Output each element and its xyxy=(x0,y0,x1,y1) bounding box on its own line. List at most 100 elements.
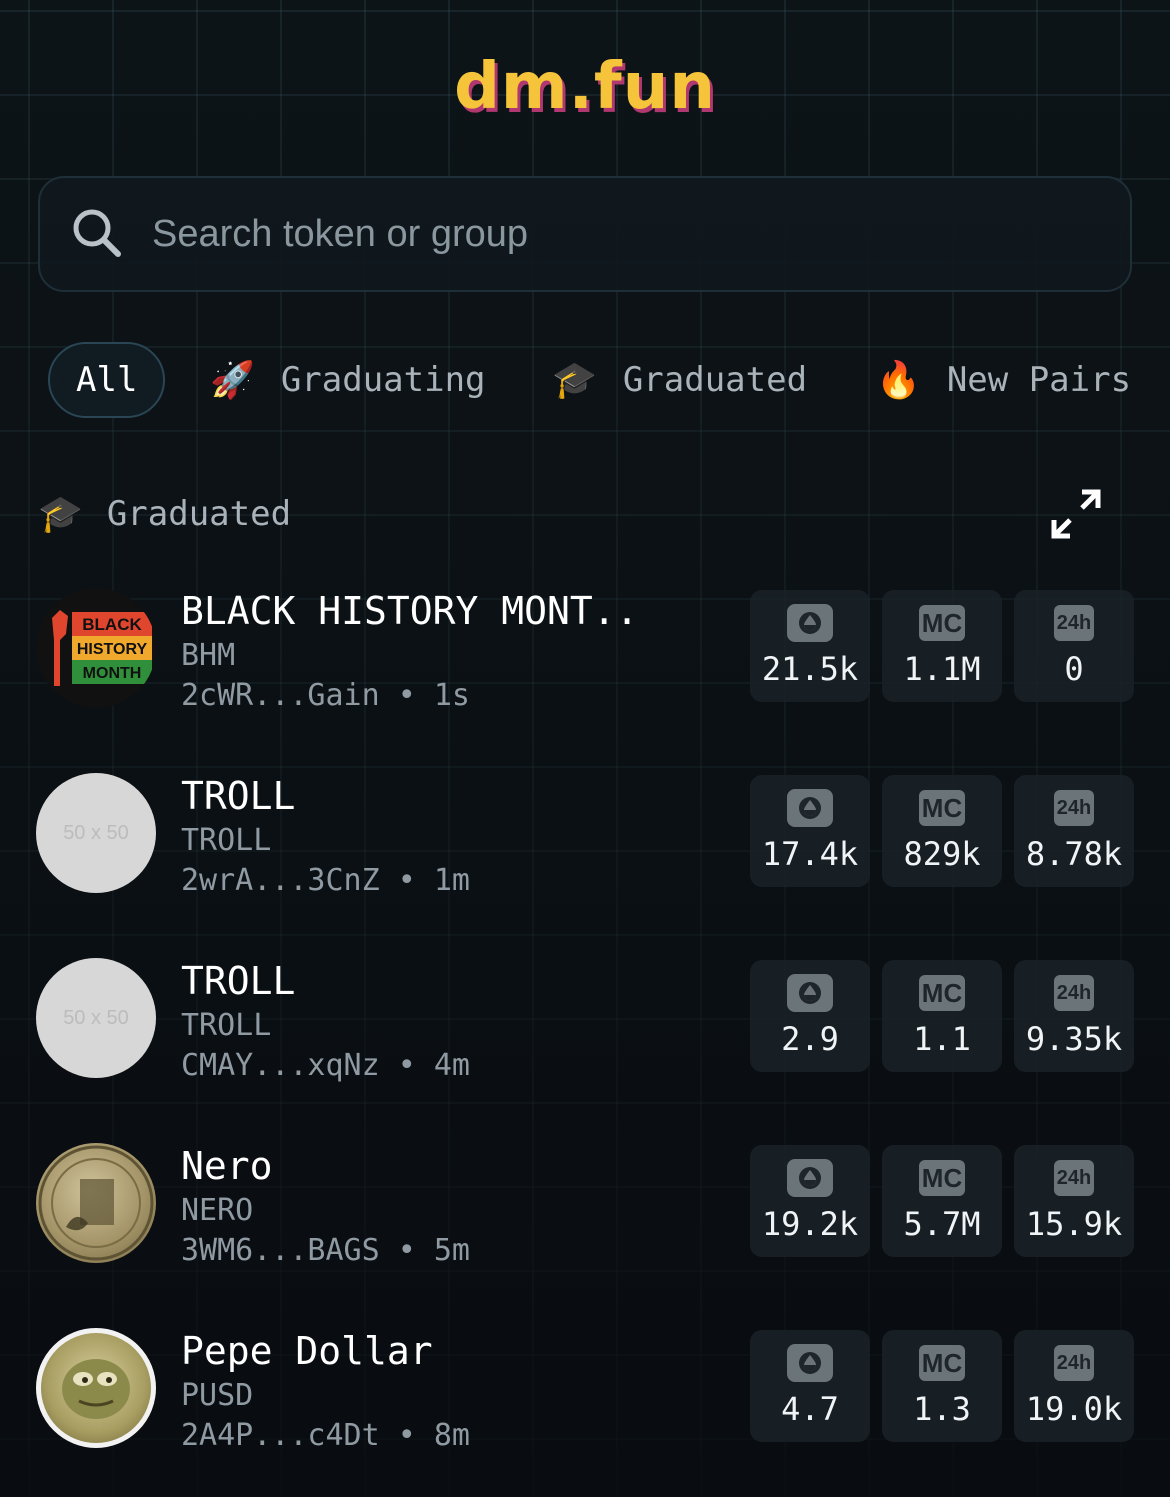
avatar-text: BLACK xyxy=(82,615,142,634)
token-meta: 2wrA...3CnZ • 1m xyxy=(181,863,470,898)
token-name: TROLL xyxy=(181,959,296,1003)
token-age: 5m xyxy=(433,1233,470,1268)
tab-graduating[interactable]: 🚀 Graduating xyxy=(210,342,486,418)
graduation-cap-icon: 🎓 xyxy=(552,360,597,401)
24h-badge: 24h xyxy=(1054,1160,1094,1196)
mc-badge: MC xyxy=(919,1345,965,1381)
token-name: BLACK HISTORY MONT.. xyxy=(181,589,639,633)
market-cap-value: 5.7M xyxy=(903,1205,981,1243)
liquidity-stat: 17.4k xyxy=(750,775,870,887)
liquidity-drop-icon xyxy=(787,1344,833,1382)
avatar-placeholder-text: 50 x 50 xyxy=(63,1006,129,1029)
token-age: 8m xyxy=(433,1418,470,1453)
liquidity-value: 21.5k xyxy=(761,650,859,688)
tab-label: New Pairs xyxy=(946,360,1132,400)
market-cap-stat: MC 1.1 xyxy=(882,960,1002,1072)
avatar-text: MONTH xyxy=(83,665,142,682)
token-row[interactable]: 50 x 50 TROLL TROLL 2wrA...3CnZ • 1m 17.… xyxy=(36,773,1136,898)
tab-all[interactable]: All xyxy=(48,342,166,418)
market-cap-value: 1.3 xyxy=(913,1390,971,1428)
volume-24h-stat: 24h 15.9k xyxy=(1014,1145,1134,1257)
token-row[interactable]: Pepe Dollar PUSD 2A4P...c4Dt • 8m 4.7 MC… xyxy=(36,1328,1136,1453)
24h-badge: 24h xyxy=(1054,605,1094,641)
token-address[interactable]: 2wrA...3CnZ xyxy=(181,863,380,898)
tab-graduated[interactable]: 🎓 Graduated xyxy=(552,342,807,418)
volume-24h-stat: 24h 0 xyxy=(1014,590,1134,702)
volume-24h-stat: 24h 8.78k xyxy=(1014,775,1134,887)
token-meta: CMAY...xqNz • 4m xyxy=(181,1048,470,1083)
tab-label: Graduated xyxy=(622,360,808,400)
token-ticker: NERO xyxy=(181,1193,254,1228)
volume-24h-value: 9.35k xyxy=(1025,1020,1123,1058)
liquidity-stat: 4.7 xyxy=(750,1330,870,1442)
liquidity-stat: 19.2k xyxy=(750,1145,870,1257)
liquidity-value: 2.9 xyxy=(781,1020,839,1058)
token-address[interactable]: 2cWR...Gain xyxy=(181,678,380,713)
token-name: Nero xyxy=(181,1144,273,1188)
token-row[interactable]: Nero NERO 3WM6...BAGS • 5m 19.2k MC 5.7M… xyxy=(36,1143,1136,1268)
avatar-text: HISTORY xyxy=(77,641,148,658)
liquidity-drop-icon xyxy=(787,974,833,1012)
token-address[interactable]: 2A4P...c4Dt xyxy=(181,1418,380,1453)
24h-badge: 24h xyxy=(1054,790,1094,826)
mc-badge: MC xyxy=(919,790,965,826)
volume-24h-stat: 24h 19.0k xyxy=(1014,1330,1134,1442)
search-bar[interactable] xyxy=(38,176,1132,292)
rocket-icon: 🚀 xyxy=(210,360,255,401)
section-title: Graduated xyxy=(106,494,292,534)
token-ticker: TROLL xyxy=(181,823,272,858)
token-age: 1s xyxy=(433,678,470,713)
tab-label: All xyxy=(76,360,138,400)
tab-new-pairs[interactable]: 🔥 New Pairs xyxy=(876,342,1131,418)
market-cap-value: 829k xyxy=(903,835,981,873)
market-cap-value: 1.1 xyxy=(913,1020,971,1058)
token-row[interactable]: BLACK HISTORY MONTH BLACK HISTORY MONT..… xyxy=(36,588,1136,713)
filter-tabs: All 🚀 Graduating 🎓 Graduated 🔥 New Pairs xyxy=(48,342,1138,418)
mc-badge: MC xyxy=(919,975,965,1011)
search-input[interactable] xyxy=(152,212,1052,256)
app-logo[interactable]: dm.fun xyxy=(0,50,1170,124)
liquidity-drop-icon xyxy=(787,789,833,827)
token-meta: 2A4P...c4Dt • 8m xyxy=(181,1418,470,1453)
liquidity-value: 4.7 xyxy=(781,1390,839,1428)
market-cap-stat: MC 5.7M xyxy=(882,1145,1002,1257)
token-meta: 2cWR...Gain • 1s xyxy=(181,678,470,713)
tab-label: Graduating xyxy=(280,360,486,400)
token-age: 4m xyxy=(433,1048,470,1083)
token-avatar: 50 x 50 xyxy=(36,773,156,893)
avatar-placeholder-text: 50 x 50 xyxy=(63,821,129,844)
token-ticker: TROLL xyxy=(181,1008,272,1043)
liquidity-value: 17.4k xyxy=(761,835,859,873)
market-cap-value: 1.1M xyxy=(903,650,981,688)
token-meta: 3WM6...BAGS • 5m xyxy=(181,1233,470,1268)
market-cap-stat: MC 829k xyxy=(882,775,1002,887)
section-header: 🎓 Graduated xyxy=(38,486,1118,542)
mc-badge: MC xyxy=(919,1160,965,1196)
search-icon xyxy=(68,204,124,264)
liquidity-drop-icon xyxy=(787,604,833,642)
token-age: 1m xyxy=(433,863,470,898)
token-address[interactable]: CMAY...xqNz xyxy=(181,1048,380,1083)
volume-24h-stat: 24h 9.35k xyxy=(1014,960,1134,1072)
expand-icon[interactable] xyxy=(1048,486,1104,542)
24h-badge: 24h xyxy=(1054,1345,1094,1381)
token-ticker: PUSD xyxy=(181,1378,254,1413)
token-row[interactable]: 50 x 50 TROLL TROLL CMAY...xqNz • 4m 2.9… xyxy=(36,958,1136,1083)
token-address[interactable]: 3WM6...BAGS xyxy=(181,1233,380,1268)
mc-badge: MC xyxy=(919,605,965,641)
token-name: Pepe Dollar xyxy=(181,1329,433,1373)
liquidity-value: 19.2k xyxy=(761,1205,859,1243)
market-cap-stat: MC 1.3 xyxy=(882,1330,1002,1442)
liquidity-drop-icon xyxy=(787,1159,833,1197)
token-avatar: 50 x 50 xyxy=(36,958,156,1078)
token-name: TROLL xyxy=(181,774,296,818)
fire-icon: 🔥 xyxy=(876,360,921,401)
24h-badge: 24h xyxy=(1054,975,1094,1011)
market-cap-stat: MC 1.1M xyxy=(882,590,1002,702)
volume-24h-value: 0 xyxy=(1064,650,1084,688)
volume-24h-value: 8.78k xyxy=(1025,835,1123,873)
token-avatar: BLACK HISTORY MONTH xyxy=(36,588,156,708)
volume-24h-value: 15.9k xyxy=(1025,1205,1123,1243)
token-ticker: BHM xyxy=(181,638,236,673)
volume-24h-value: 19.0k xyxy=(1025,1390,1123,1428)
